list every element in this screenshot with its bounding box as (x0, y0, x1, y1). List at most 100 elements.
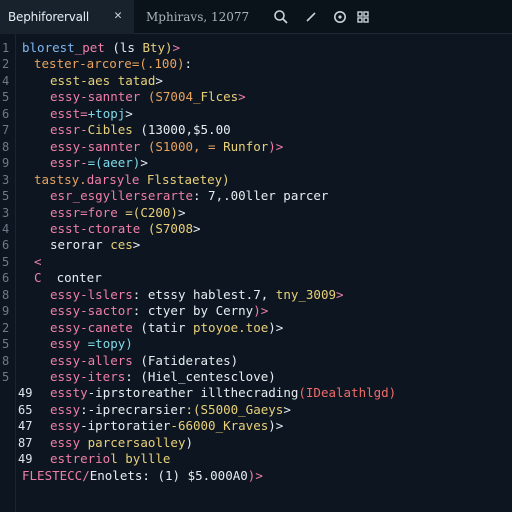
line-number: 5 (2, 254, 10, 269)
code-line[interactable]: 5 essy =topy) (0, 336, 512, 352)
code-token: -iprstoreather (87, 385, 201, 401)
code-text: tastsy.darsyle Flsstaetey) (34, 172, 230, 188)
code-line[interactable]: 6 serorar ces> (0, 237, 512, 253)
code-text: esst=+topj> (50, 106, 133, 122)
code-token: Flsstaetey) (146, 171, 230, 187)
code-token: Enolets (89, 467, 143, 483)
code-token: ces (110, 237, 133, 253)
code-token: > (132, 237, 141, 253)
code-line[interactable]: 3 essr=fore =(C200)> (0, 205, 512, 221)
code-text: esst-aes tatad> (50, 73, 163, 89)
line-number: 4 (2, 221, 10, 236)
line-number: 65 (18, 402, 33, 417)
tab-inactive[interactable]: Mphiravs, 12077 (138, 0, 266, 34)
line-number: 5 (2, 189, 10, 204)
code-token: tny_3009 (275, 286, 337, 302)
code-token: blorest (22, 40, 75, 55)
code-token: > (283, 401, 291, 417)
code-token: essy-sactor (50, 303, 133, 319)
line-number: 47 (18, 419, 33, 434)
code-token: =topy) (87, 336, 133, 352)
line-number: 87 (18, 435, 33, 450)
code-text: blorest_pet (ls Bty)> (22, 40, 180, 56)
code-token: (tatir (140, 319, 193, 335)
code-token: : ctyer by Cerny (132, 303, 254, 319)
close-icon[interactable]: ✕ (110, 8, 126, 24)
code-token: (ls (112, 40, 143, 55)
code-token: =(C200) (125, 204, 178, 220)
code-text: essr=fore =(C200)> (50, 205, 185, 221)
code-line[interactable]: 47 essy-iprtoratier-66000_Kraves)> (0, 418, 512, 434)
code-token: essty (50, 385, 88, 401)
code-token: tatad (117, 72, 156, 88)
line-number: 6 (2, 106, 10, 121)
code-line[interactable]: 4 esst-ctorate (S7008> (0, 221, 512, 237)
code-line[interactable]: 65 essy:-iprecrarsier:(S5000_Gaeys> (0, 402, 512, 418)
code-text: esr_esgyllerserarte: 7,.00ller parcer (50, 188, 328, 204)
code-token: darsyle (86, 171, 147, 187)
code-token: Bty) (142, 40, 173, 55)
code-line[interactable]: 4 esst-aes tatad> (0, 73, 512, 89)
code-text: < (34, 254, 42, 270)
code-line[interactable]: 2 essy-canete (tatir ptoyoe.toe)> (0, 320, 512, 336)
code-line[interactable]: 8 essy-sannter (S1000, = Runfor)> (0, 139, 512, 155)
code-line[interactable]: 8 essy-allers (Fatiderates) (0, 353, 512, 369)
code-line[interactable]: 5 essy-iters: (Hiel_centesclove) (0, 369, 512, 385)
code-line[interactable]: 8 essy-lslers: etssy hablest.7, tny_3009> (0, 287, 512, 303)
code-token: > (140, 155, 148, 171)
code-line[interactable]: 6 esst=+topj> (0, 106, 512, 122)
search-icon[interactable] (272, 8, 290, 26)
code-line[interactable]: 3 tastsy.darsyle Flsstaetey) (0, 172, 512, 188)
code-token: C (34, 270, 57, 286)
tab-label: Mphiravs, 12077 (146, 10, 250, 24)
code-line[interactable]: 9 essr-=(aeer)> (0, 155, 512, 171)
code-token: estrerio (50, 451, 111, 467)
code-token: )> (247, 467, 263, 483)
code-token: essy-sannter (50, 138, 148, 154)
settings-icon[interactable] (331, 8, 349, 26)
code-line[interactable]: 7 essr-Cibles (13000,$5.00 (0, 122, 512, 138)
code-token: essr- (50, 155, 88, 171)
code-text: essy =topy) (50, 336, 133, 352)
line-number: 2 (2, 57, 10, 72)
code-text: essty-iprstoreather illthecrading(IDeala… (50, 385, 396, 401)
code-token: )> (268, 319, 284, 335)
code-text: tester-arcore=(.100): (34, 56, 192, 72)
pencil-icon[interactable] (302, 8, 320, 26)
code-token: esst-ctorate (50, 220, 148, 236)
code-line[interactable]: 9 essy-sactor: ctyer by Cerny)> (0, 303, 512, 319)
line-number: 5 (2, 337, 10, 352)
code-token: =(aeer) (87, 155, 141, 171)
code-line[interactable]: 2 tester-arcore=(.100): (0, 56, 512, 72)
code-token: < (34, 253, 42, 269)
code-line[interactable]: 5 esr_esgyllerserarte: 7,.00ller parcer (0, 188, 512, 204)
line-number: 8 (2, 353, 10, 368)
code-token: $5.000A0 (187, 467, 248, 483)
code-line[interactable]: 1 blorest_pet (ls Bty)> (0, 40, 512, 56)
code-line[interactable]: FLESTECC/Enolets: (1) $5.000A0)> (0, 468, 512, 484)
code-text: essy-canete (tatir ptoyoe.toe)> (50, 320, 283, 336)
code-token: esr_esgyllerserarte (50, 188, 193, 204)
code-text: essy:-iprecrarsier:(S5000_Gaeys> (50, 402, 291, 418)
code-token: :-iprecrarsier (80, 401, 186, 417)
code-text: essy parcersaolley) (50, 435, 193, 451)
code-line[interactable]: 6 C conter (0, 270, 512, 286)
code-line[interactable]: 49 essty-iprstoreather illthecrading(IDea… (0, 385, 512, 401)
code-token: > (125, 105, 133, 121)
line-number: 5 (2, 370, 10, 384)
code-line[interactable]: 5 < (0, 254, 512, 270)
code-token: essy (50, 401, 81, 417)
code-line[interactable]: 49 estreriol byllle (0, 451, 512, 467)
tab-active[interactable]: Bephiforervall ✕ (0, 0, 134, 34)
code-line[interactable]: 87 essy parcersaolley) (0, 435, 512, 451)
code-line[interactable]: 5 essy-sannter (S7004_Flces> (0, 89, 512, 105)
code-token: (S7008 (147, 220, 193, 236)
code-token: -66000_Kraves (170, 418, 269, 434)
line-number: 6 (2, 238, 10, 253)
code-token: Flces (200, 89, 239, 105)
code-token: Runfor (223, 138, 269, 154)
line-number: 5 (2, 90, 10, 105)
extensions-icon[interactable] (354, 8, 372, 26)
code-token: FLESTECC/ (22, 467, 90, 483)
code-token: (13000,$5.00 (140, 122, 231, 138)
